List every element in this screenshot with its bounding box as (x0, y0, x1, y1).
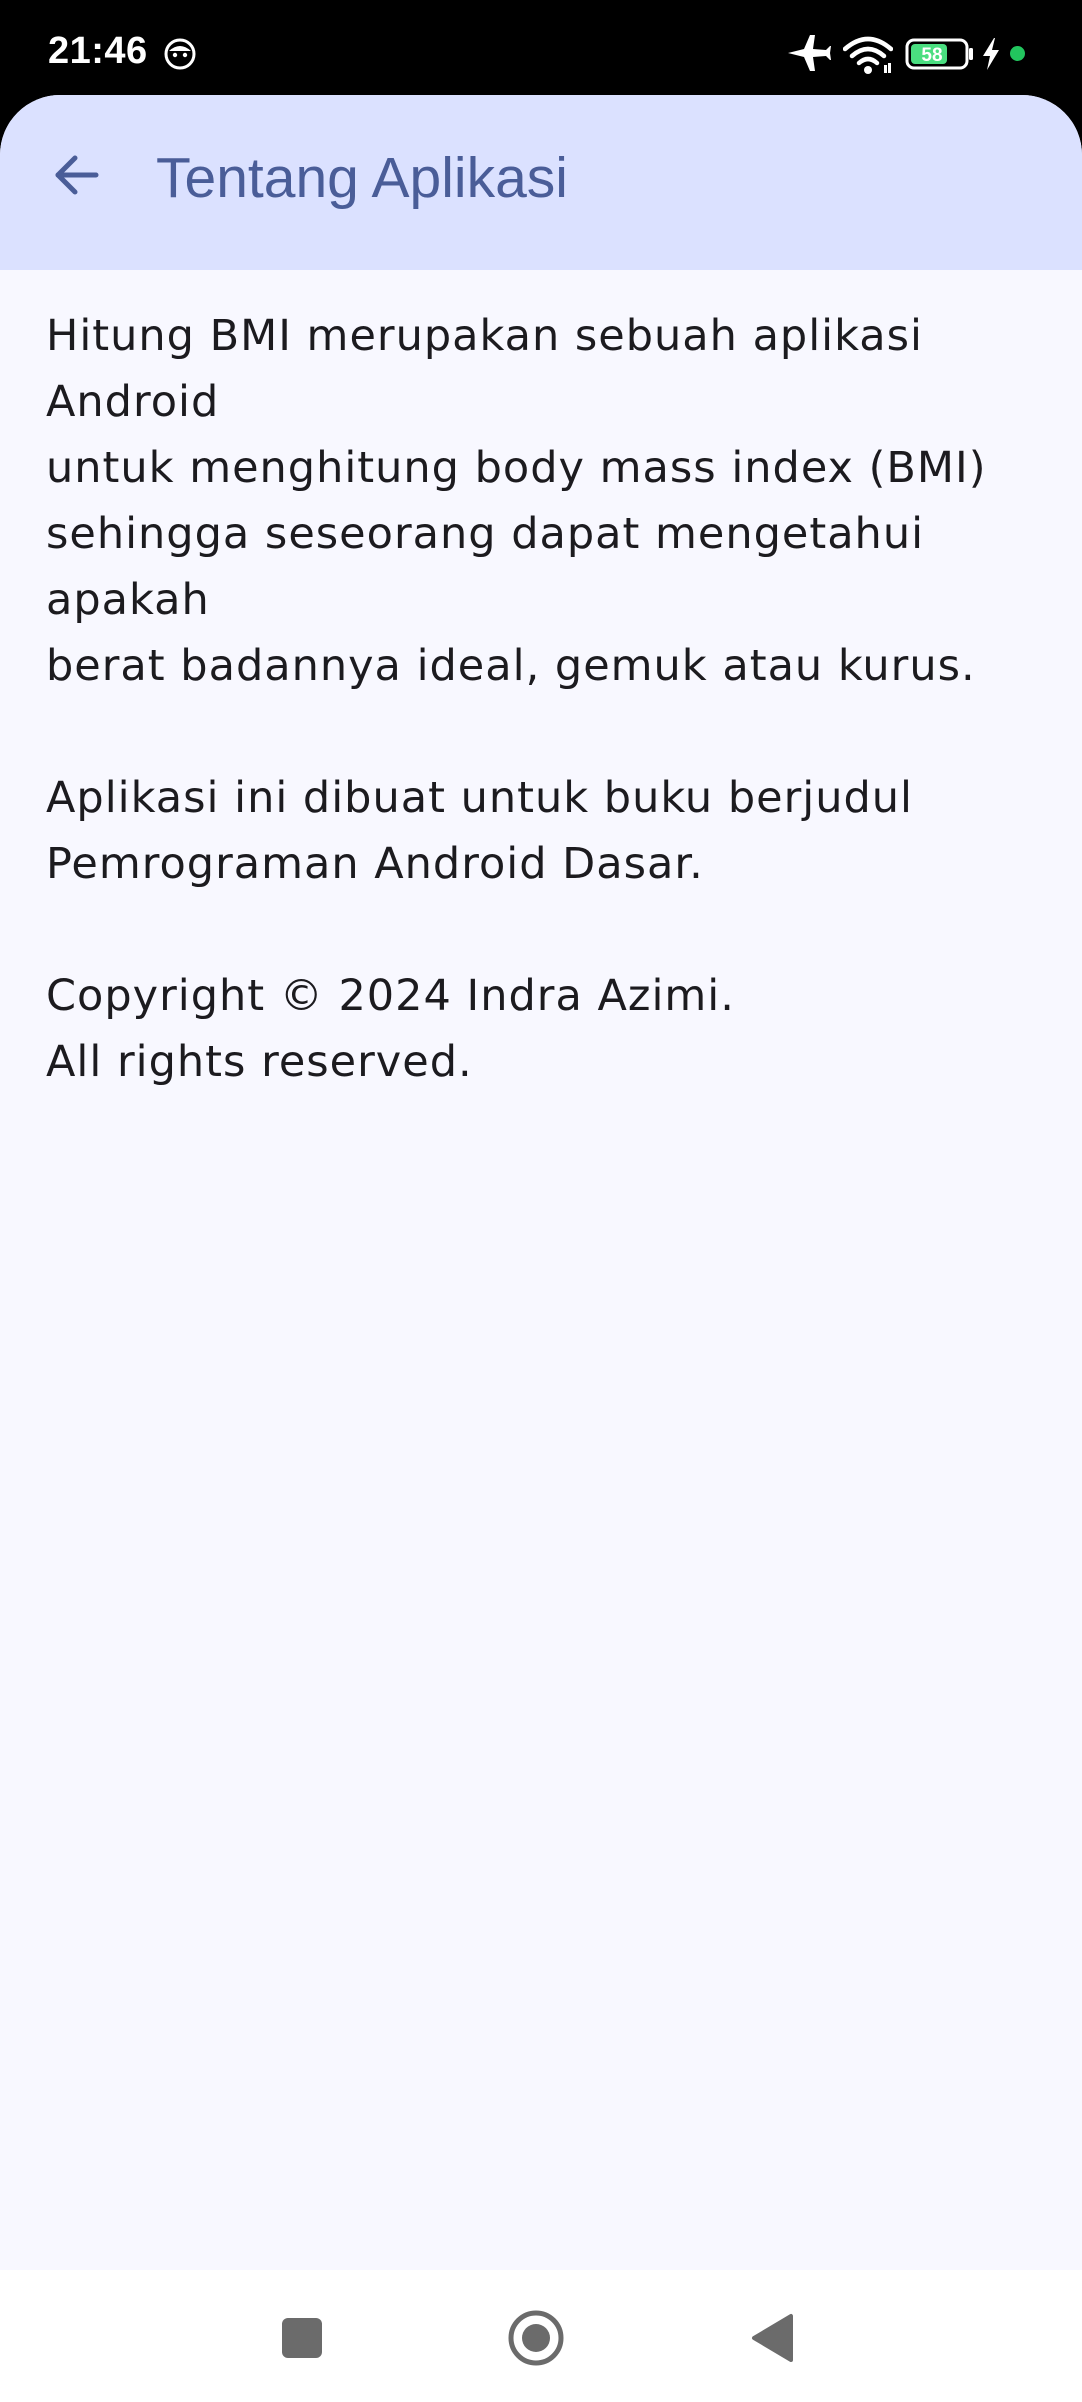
copyright-paragraph: Copyright © 2024 Indra Azimi. All rights… (46, 971, 735, 1087)
battery-level: 58 (921, 45, 942, 66)
battery-icon: 58 (905, 38, 973, 70)
app-window: Tentang Aplikasi Hitung BMI merupakan se… (0, 95, 1082, 2402)
back-nav-button[interactable] (732, 2298, 812, 2378)
back-triangle-icon (752, 2314, 793, 2362)
airplane-mode-icon (788, 35, 831, 71)
top-app-bar: Tentang Aplikasi (0, 95, 1082, 270)
book-paragraph: Aplikasi ini dibuat untuk buku berjudul … (46, 773, 913, 889)
navigation-bar (0, 2270, 1082, 2402)
about-content: Hitung BMI merupakan sebuah aplikasi And… (46, 303, 1046, 1161)
phone-screen: 21:46 58 Tentang Aplikasi Hitung BMI mer… (0, 0, 1082, 2402)
arrow-back-icon (55, 155, 99, 195)
face-icon (164, 38, 196, 70)
recents-button[interactable] (262, 2298, 342, 2378)
recents-icon (282, 2318, 322, 2358)
status-dot-icon (1010, 46, 1025, 61)
page-title: Tentang Aplikasi (156, 146, 568, 210)
status-bar: 21:46 58 (0, 0, 1082, 95)
back-button[interactable] (36, 135, 116, 215)
home-button[interactable] (496, 2298, 576, 2378)
home-icon (508, 2310, 564, 2366)
charging-bolt-icon (983, 38, 999, 70)
description-paragraph: Hitung BMI merupakan sebuah aplikasi And… (46, 311, 987, 691)
wifi-icon (843, 36, 893, 74)
status-time: 21:46 (48, 30, 148, 72)
